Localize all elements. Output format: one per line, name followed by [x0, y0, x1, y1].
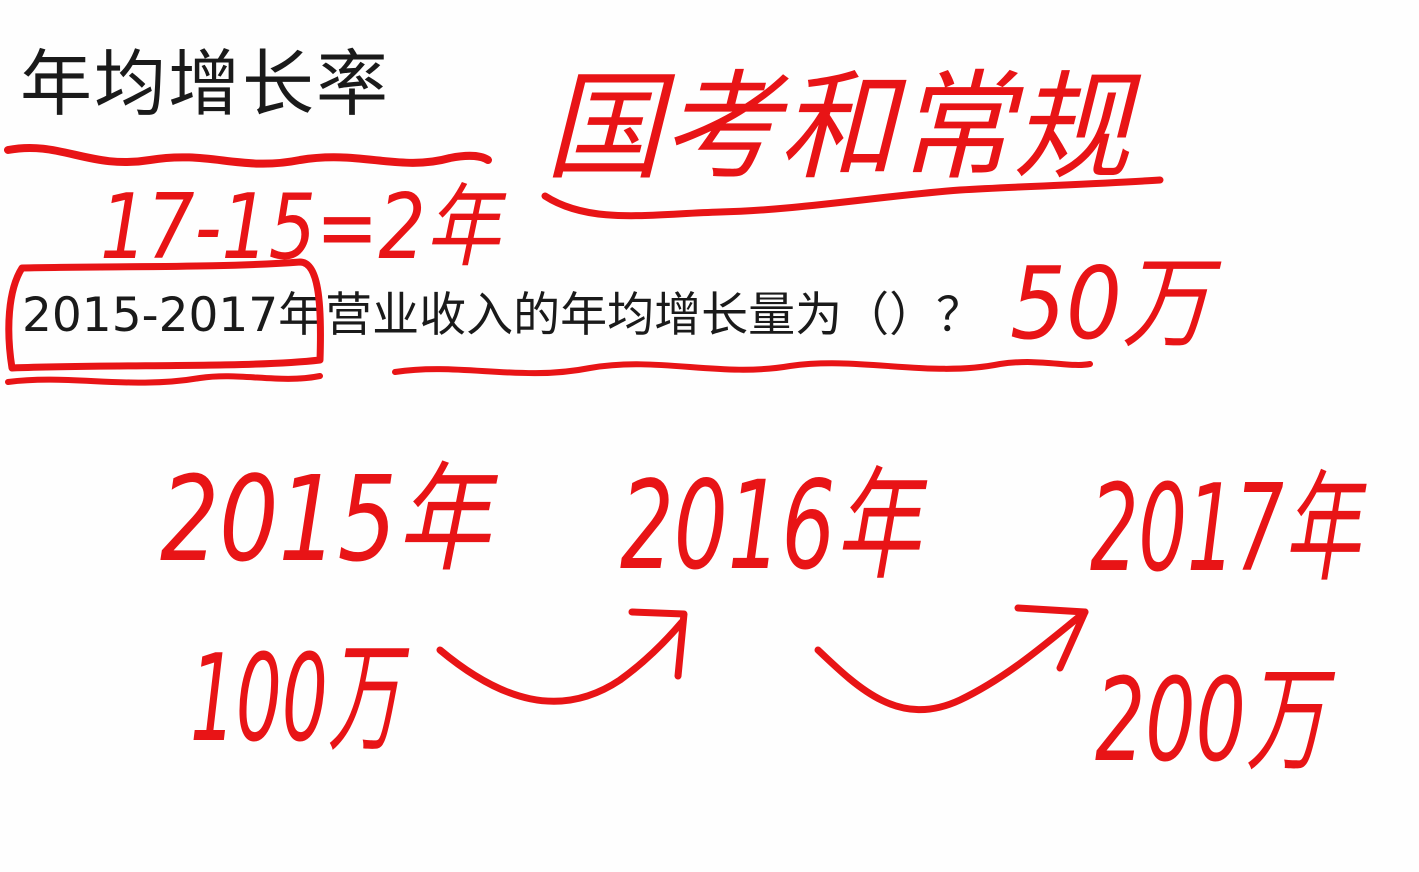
arrow-2015-to-2016: [436, 618, 686, 705]
exam-type-note: 国考和常规: [545, 58, 1142, 196]
timeline-value-2017: 200万: [1095, 654, 1335, 788]
year-range-box-underline: [5, 373, 323, 386]
timeline-year-2015: 2015年: [160, 450, 499, 588]
arrow-2016-to-2017: [814, 608, 1089, 714]
timeline-year-2016: 2016年: [620, 455, 928, 597]
timeline-value-2015: 100万: [190, 630, 410, 769]
question-wavy-underline: [392, 359, 1093, 377]
timeline-year-2017: 2017年: [1090, 460, 1367, 599]
slide-canvas: 年均增长率 2015-2017年营业收入的年均增长量为（）？ 国考和常规 17-…: [0, 0, 1419, 872]
title-wavy-underline: [4, 143, 492, 168]
answer-note: 50万: [1010, 245, 1222, 362]
handwritten-annotation-layer: 国考和常规 17-15=2年 50万 2015年 100万 2016年 2017…: [4, 58, 1367, 788]
years-calc-note: 17-15=2年: [100, 175, 507, 280]
